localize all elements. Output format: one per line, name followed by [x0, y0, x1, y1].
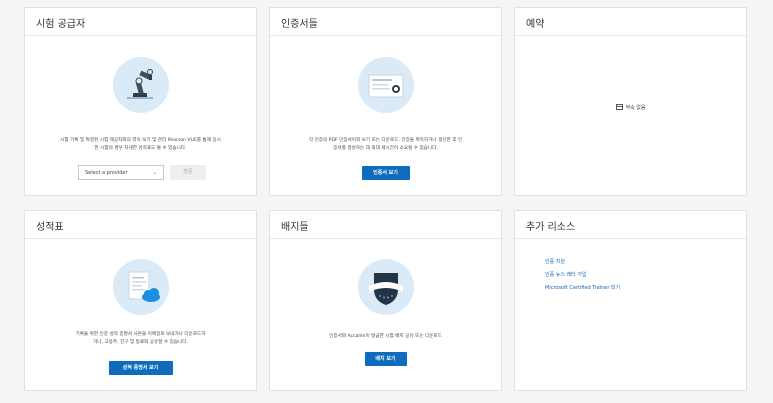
transcript-description: 기록을 위한 인증 성적 증명서 사본을 이메일로 보내거나 다운로드하 거나,… [75, 332, 206, 345]
certifications-card: 인증서들 각 인증의 PDF 인증서이외 보기 또는 다운로드. 인증을 획득하… [269, 7, 502, 196]
provider-select[interactable]: Select a provider ⌄ [78, 165, 164, 180]
card-title: 인증서들 [270, 8, 501, 36]
no-appointments-message: 약속 없음 [515, 104, 746, 111]
card-title: 성적표 [25, 211, 256, 239]
provider-select-value: Select a provider [85, 170, 128, 176]
card-title: 추가 리소스 [515, 211, 746, 239]
robot-arm-icon [112, 57, 169, 113]
view-badges-button[interactable]: 배지 보기 [364, 352, 407, 366]
card-title: 배지들 [270, 211, 501, 239]
transcript-card: 성적표 기록을 위한 인증 성적 증명서 사본을 이메일로 보내거나 다운로드하… [24, 210, 257, 391]
calendar-icon [615, 104, 623, 110]
certifications-description: 각 인증의 PDF 인증서이외 보기 또는 다운로드. 인증을 획득하거나 갱신… [308, 138, 463, 151]
no-appointments-label: 약속 없음 [625, 105, 646, 111]
exam-providers-card: 시험 공급자 시험 기록 및 특정된 시험 제공자와의 약속 보기 및 관리 P… [24, 7, 257, 196]
view-transcript-button[interactable]: 성적 증명서 보기 [108, 361, 173, 375]
appointments-card: 예약 약속 없음 [514, 7, 747, 196]
card-title: 시험 공급자 [25, 8, 256, 36]
resource-link-become-trainer[interactable]: Microsoft Certified Trainer 되기 [545, 282, 620, 295]
badges-description: 인증서와 Accalim이 발급한 시험 배지 공유 또는 다운로드 [329, 334, 442, 339]
resource-link-newsletter-signup[interactable]: 인증 뉴스 레터 가입 [545, 269, 620, 282]
certificate-icon [357, 57, 414, 113]
card-title: 예약 [515, 8, 746, 36]
exam-providers-description: 시험 기록 및 특정된 시험 제공자와의 약속 보기 및 관리 Pearson … [60, 138, 221, 151]
chevron-down-icon: ⌄ [151, 169, 157, 176]
view-certificates-button[interactable]: 인증서 보기 [361, 166, 410, 180]
additional-resources-card: 추가 리소스 인증 지원 인증 뉴스 레터 가입 Microsoft Certi… [514, 210, 747, 391]
document-cloud-icon [112, 259, 169, 315]
visit-button[interactable]: 방문 [170, 165, 206, 180]
badges-card: 배지들 인증서와 Accalim이 발급한 시험 배지 공유 또는 다운로드 배… [269, 210, 502, 391]
badge-shield-icon [357, 259, 414, 315]
resource-links: 인증 지원 인증 뉴스 레터 가입 Microsoft Certified Tr… [545, 256, 620, 295]
resource-link-certification-support[interactable]: 인증 지원 [545, 256, 620, 269]
